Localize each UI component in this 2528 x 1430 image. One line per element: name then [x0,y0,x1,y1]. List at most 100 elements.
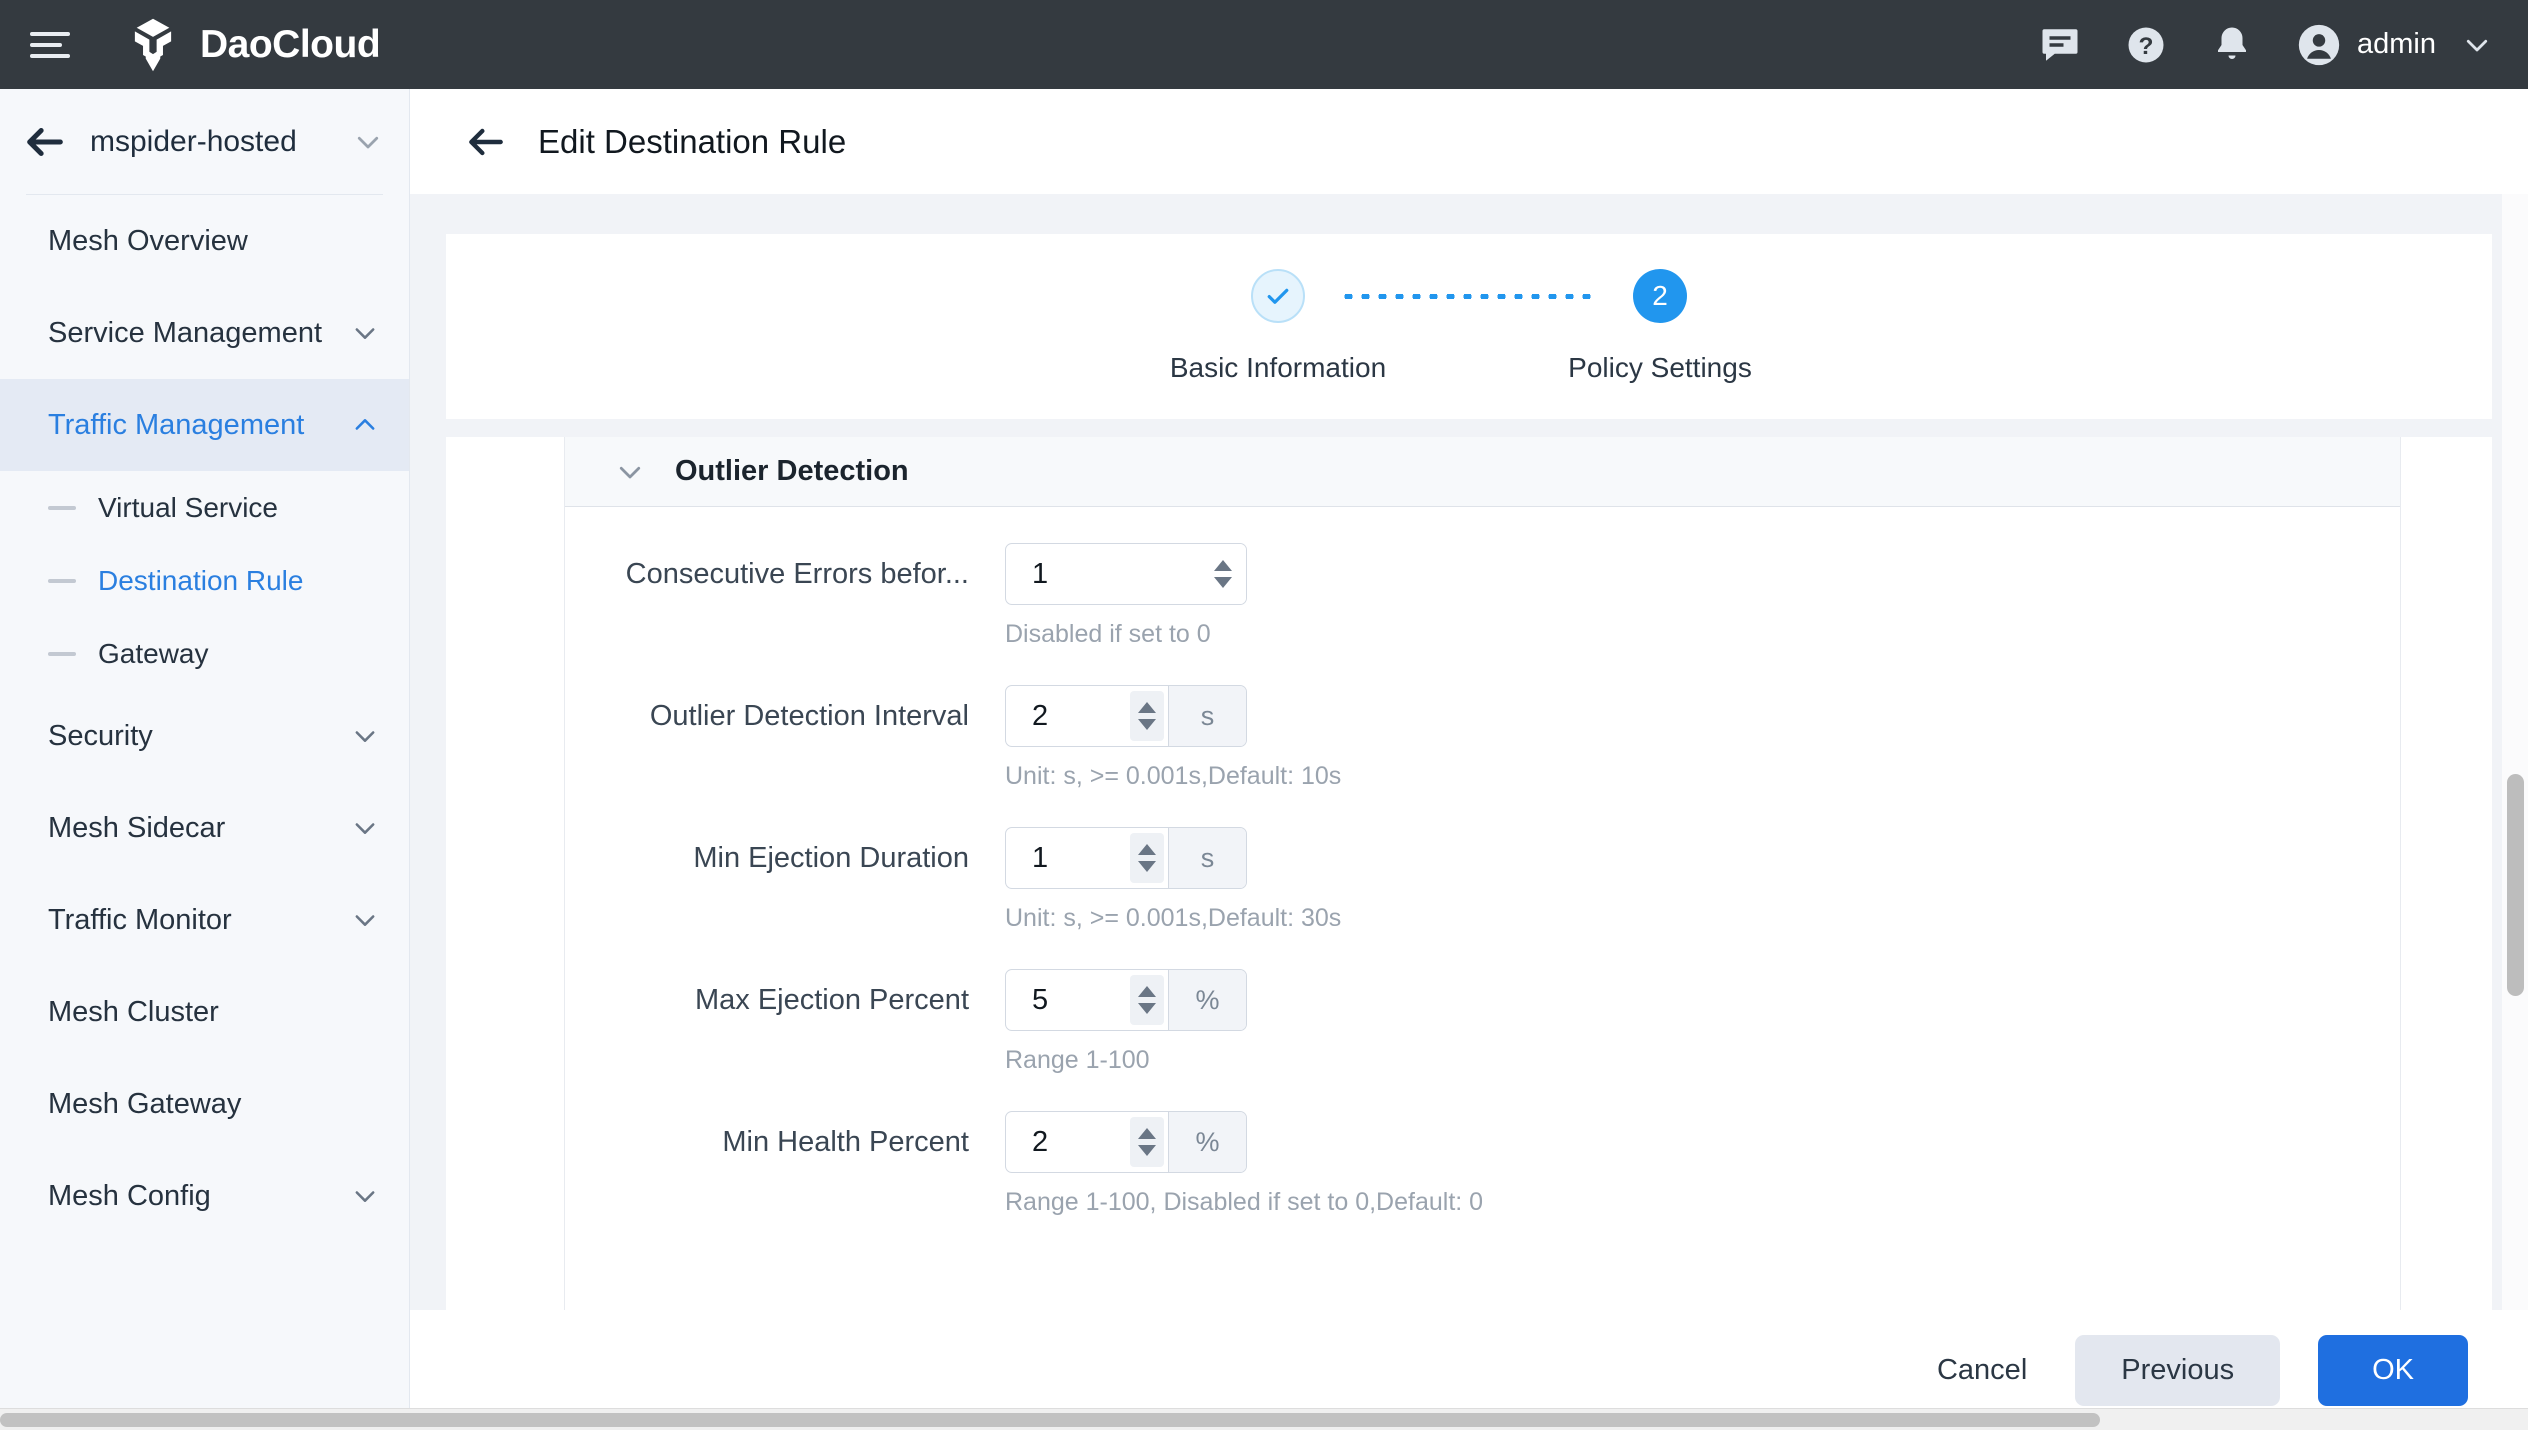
stepper-down-icon[interactable] [1138,861,1156,872]
stepper-up-icon[interactable] [1138,1128,1156,1139]
field-hint: Unit: s, >= 0.001s,Default: 10s [1005,762,2400,791]
input-unit: s [1168,828,1246,888]
previous-button[interactable]: Previous [2075,1335,2280,1406]
daocloud-cube-icon [124,16,182,74]
field-hint: Unit: s, >= 0.001s,Default: 30s [1005,904,2400,933]
chevron-down-icon[interactable] [353,127,383,157]
number-stepper-arrows[interactable] [1206,544,1246,604]
input-unit: % [1168,1112,1246,1172]
field-hint: Range 1-100 [1005,1046,2400,1075]
sidebar-item-label: Mesh Config [48,1180,211,1213]
dash-icon [48,652,76,656]
field-max-ejection-percent: Max Ejection Percent 5 % Range 1-100 [565,933,2400,1075]
field-outlier-detection-interval: Outlier Detection Interval 2 s Unit: s, … [565,649,2400,791]
ok-button[interactable]: OK [2318,1335,2468,1406]
field-control: 5 % Range 1-100 [1005,969,2400,1075]
consecutive-errors-input[interactable]: 1 [1005,543,1247,605]
arrow-left-icon[interactable] [22,119,68,165]
step-policy-settings[interactable]: 2 Policy Settings [1540,269,1780,384]
hamburger-menu-icon[interactable] [30,23,74,67]
chevron-down-icon [351,319,379,347]
field-consecutive-errors: Consecutive Errors befor... 1 Disabled i… [565,507,2400,649]
field-hint: Range 1-100, Disabled if set to 0,Defaul… [1005,1188,2400,1217]
input-value[interactable]: 2 [1006,1112,1126,1172]
user-menu[interactable]: admin [2297,23,2492,67]
number-stepper-arrows[interactable] [1130,975,1164,1025]
field-control: 2 s Unit: s, >= 0.001s,Default: 10s [1005,685,2400,791]
page-scrollbar[interactable] [2502,194,2528,1430]
max-ejection-percent-input[interactable]: 5 % [1005,969,1247,1031]
stepper-up-icon[interactable] [1214,560,1232,571]
field-min-health-percent: Min Health Percent 2 % Range 1-100, Disa… [565,1075,2400,1217]
sidebar-item-label: Security [48,720,153,753]
sidebar-item-label: Mesh Gateway [48,1088,241,1121]
sidebar-item-label: Mesh Cluster [48,996,219,1029]
chevron-up-icon [351,411,379,439]
sidebar-item-traffic-monitor[interactable]: Traffic Monitor [0,874,409,966]
stepper-down-icon[interactable] [1138,1145,1156,1156]
stepper-up-icon[interactable] [1138,702,1156,713]
stepper-up-icon[interactable] [1138,986,1156,997]
stepper-up-icon[interactable] [1138,844,1156,855]
form-body: Outlier Detection Consecutive Errors bef… [565,437,2400,1327]
sidebar-item-gateway[interactable]: Gateway [0,617,409,690]
arrow-left-icon[interactable] [464,120,508,164]
page-scrollbar-thumb[interactable] [2507,774,2524,996]
outlier-detection-interval-input[interactable]: 2 s [1005,685,1247,747]
number-stepper-arrows[interactable] [1130,1117,1164,1167]
dash-icon [48,506,76,510]
chevron-down-icon [351,1182,379,1210]
input-value[interactable]: 1 [1006,544,1206,604]
brand-logo-group[interactable]: DaoCloud [124,16,380,74]
sidebar-item-mesh-cluster[interactable]: Mesh Cluster [0,966,409,1058]
sidebar-item-traffic-management[interactable]: Traffic Management [0,379,409,471]
input-value[interactable]: 2 [1006,686,1126,746]
project-name-label: mspider-hosted [90,125,353,159]
field-hint: Disabled if set to 0 [1005,620,2400,649]
field-label: Min Ejection Duration [565,827,1005,889]
field-control: 1 Disabled if set to 0 [1005,543,2400,649]
sidebar-item-mesh-gateway[interactable]: Mesh Gateway [0,1058,409,1150]
check-icon [1263,281,1293,311]
stepper-down-icon[interactable] [1138,1003,1156,1014]
window-horizontal-scrollbar-thumb[interactable] [0,1413,2100,1427]
section-header-outlier-detection[interactable]: Outlier Detection [565,437,2400,507]
input-unit: s [1168,686,1246,746]
sidebar-item-service-management[interactable]: Service Management [0,287,409,379]
sidebar-item-security[interactable]: Security [0,690,409,782]
sidebar-item-label: Mesh Overview [48,225,248,258]
number-stepper-arrows[interactable] [1130,691,1164,741]
bell-icon[interactable] [2211,24,2253,66]
dash-icon [48,579,76,583]
section-title: Outlier Detection [675,455,909,488]
sidebar-item-mesh-overview[interactable]: Mesh Overview [0,195,409,287]
min-ejection-duration-input[interactable]: 1 s [1005,827,1247,889]
page-title: Edit Destination Rule [538,123,846,161]
input-value[interactable]: 1 [1006,828,1126,888]
sidebar-item-label: Mesh Sidecar [48,812,225,845]
sidebar-item-destination-rule[interactable]: Destination Rule [0,544,409,617]
window-horizontal-scrollbar[interactable] [0,1408,2528,1430]
stepper-down-icon[interactable] [1214,577,1232,588]
chevron-down-icon[interactable] [615,457,645,487]
project-selector[interactable]: mspider-hosted [0,89,409,194]
sidebar-item-mesh-sidecar[interactable]: Mesh Sidecar [0,782,409,874]
message-icon[interactable] [2039,24,2081,66]
top-navigation-bar: DaoCloud ? [0,0,2528,89]
number-stepper-arrows[interactable] [1130,833,1164,883]
cancel-button[interactable]: Cancel [1927,1338,2037,1403]
min-health-percent-input[interactable]: 2 % [1005,1111,1247,1173]
field-label: Min Health Percent [565,1111,1005,1173]
user-name-label: admin [2357,28,2436,61]
avatar-icon [2297,23,2341,67]
help-icon[interactable]: ? [2125,24,2167,66]
chevron-down-icon[interactable] [2462,30,2492,60]
sidebar-item-virtual-service[interactable]: Virtual Service [0,471,409,544]
content-area: Basic Information 2 Policy Settings [410,194,2528,1430]
stepper-down-icon[interactable] [1138,719,1156,730]
input-value[interactable]: 5 [1006,970,1126,1030]
stepper-card: Basic Information 2 Policy Settings [446,234,2492,419]
form-left-gutter [446,437,565,1327]
field-control: 2 % Range 1-100, Disabled if set to 0,De… [1005,1111,2400,1217]
sidebar-item-mesh-config[interactable]: Mesh Config [0,1150,409,1242]
